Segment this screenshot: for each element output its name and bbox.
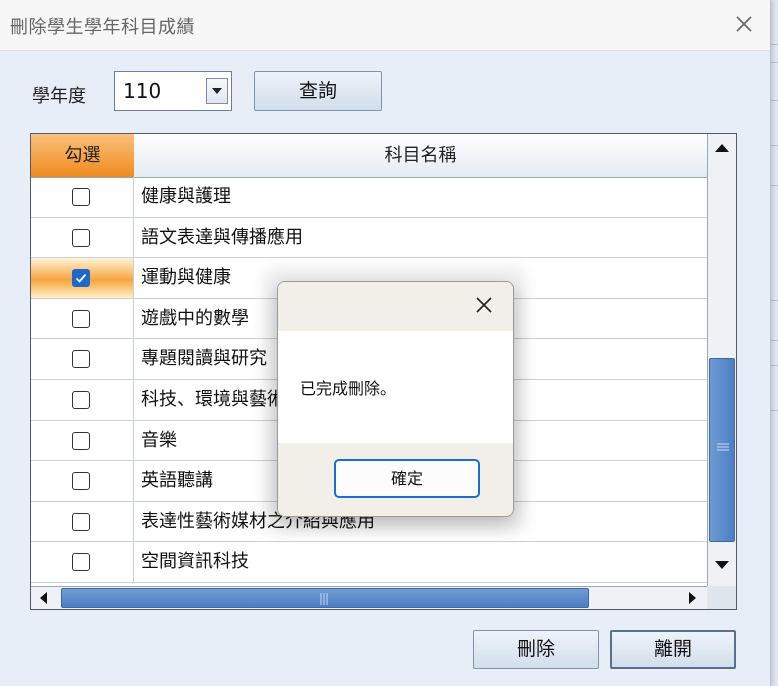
ok-button[interactable]: 確定 bbox=[334, 459, 480, 498]
vertical-scroll-thumb[interactable] bbox=[709, 358, 735, 542]
row-checkbox-checked[interactable] bbox=[72, 269, 90, 288]
column-header-subject-name[interactable]: 科目名稱 bbox=[134, 134, 707, 178]
window-title: 刪除學生學年科目成績 bbox=[10, 17, 195, 38]
row-checkbox[interactable] bbox=[72, 390, 90, 409]
horizontal-scroll-thumb[interactable] bbox=[61, 588, 589, 608]
leave-button[interactable]: 離開 bbox=[610, 630, 736, 669]
subject-name-cell: 健康與護理 bbox=[141, 186, 231, 207]
table-row[interactable]: 健康與護理 bbox=[31, 177, 707, 218]
title-bar: 刪除學生學年科目成績 bbox=[0, 0, 770, 51]
scroll-up-icon[interactable] bbox=[710, 138, 734, 158]
row-checkbox[interactable] bbox=[72, 512, 90, 531]
vertical-scrollbar[interactable] bbox=[707, 134, 736, 586]
dialog-close-icon[interactable] bbox=[475, 296, 493, 314]
dialog-footer: 確定 bbox=[278, 443, 513, 516]
query-button[interactable]: 查詢 bbox=[254, 71, 382, 111]
scroll-left-icon[interactable] bbox=[38, 592, 50, 604]
year-value: 110 bbox=[123, 79, 162, 103]
horizontal-scrollbar[interactable] bbox=[31, 586, 707, 609]
year-dropdown-button[interactable] bbox=[206, 78, 228, 104]
grip-icon bbox=[717, 443, 729, 451]
delete-button[interactable]: 刪除 bbox=[473, 630, 599, 669]
row-checkbox[interactable] bbox=[72, 350, 90, 369]
subject-name-cell: 空間資訊科技 bbox=[141, 551, 249, 573]
subject-name-cell: 專題閱讀與研究 bbox=[141, 348, 267, 370]
year-select[interactable]: 110 bbox=[114, 71, 232, 111]
subject-name-cell: 英語聽講 bbox=[141, 470, 213, 492]
column-header-check[interactable]: 勾選 bbox=[31, 134, 135, 178]
table-row[interactable]: 語文表達與傳播應用 bbox=[31, 217, 707, 259]
scroll-right-icon[interactable] bbox=[686, 592, 698, 604]
dialog-header bbox=[278, 282, 513, 331]
dialog-body: 已完成刪除。 bbox=[278, 331, 513, 443]
table-row[interactable]: 空間資訊科技 bbox=[31, 542, 707, 583]
background-window-edge bbox=[770, 0, 778, 686]
subject-name-cell: 運動與健康 bbox=[141, 267, 231, 289]
subject-name-cell: 語文表達與傳播應用 bbox=[141, 226, 303, 248]
row-checkbox[interactable] bbox=[72, 188, 90, 206]
year-label: 學年度 bbox=[32, 86, 86, 107]
row-checkbox[interactable] bbox=[72, 553, 90, 572]
subject-name-cell: 音樂 bbox=[141, 429, 177, 451]
scrollbar-corner bbox=[707, 586, 736, 609]
chevron-down-icon bbox=[212, 88, 222, 94]
row-checkbox[interactable] bbox=[72, 309, 90, 328]
subject-name-cell: 遊戲中的數學 bbox=[141, 307, 249, 329]
scroll-down-icon[interactable] bbox=[710, 555, 734, 575]
grip-icon bbox=[320, 593, 328, 605]
dialog-message: 已完成刪除。 bbox=[300, 379, 397, 398]
row-checkbox[interactable] bbox=[72, 431, 90, 450]
window-close-icon[interactable] bbox=[734, 14, 754, 34]
check-icon bbox=[75, 274, 87, 283]
message-dialog: 已完成刪除。 確定 bbox=[277, 281, 514, 517]
row-checkbox[interactable] bbox=[72, 472, 90, 491]
row-checkbox[interactable] bbox=[72, 228, 90, 247]
